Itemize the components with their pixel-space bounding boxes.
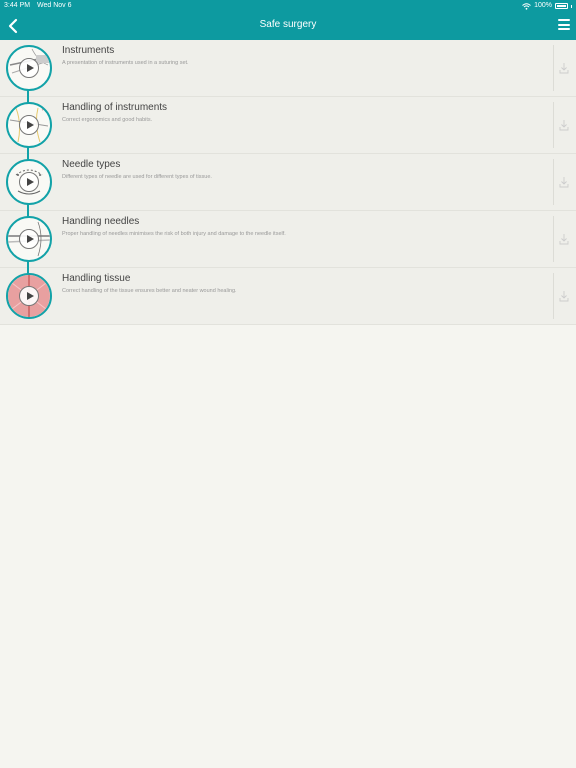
video-thumbnail[interactable] — [6, 102, 52, 148]
download-icon[interactable] — [559, 233, 569, 245]
list-item-handling-instruments[interactable]: Handling of instruments Correct ergonomi… — [0, 97, 576, 154]
app-header: 3:44 PM Wed Nov 6 100% Safe surgery — [0, 0, 576, 40]
play-icon[interactable] — [19, 286, 39, 306]
item-description: A presentation of instruments used in a … — [62, 60, 189, 66]
play-icon[interactable] — [19, 58, 39, 78]
wifi-icon — [522, 2, 531, 10]
status-bar: 3:44 PM Wed Nov 6 100% — [0, 0, 576, 12]
download-icon[interactable] — [559, 176, 569, 188]
item-description: Proper handling of needles minimises the… — [62, 231, 286, 237]
list-item-handling-needles[interactable]: Handling needles Proper handling of need… — [0, 211, 576, 268]
item-description: Different types of needle are used for d… — [62, 174, 212, 180]
page-title: Safe surgery — [259, 19, 317, 30]
list-item-needle-types[interactable]: Needle types Different types of needle a… — [0, 154, 576, 211]
list-item-handling-tissue[interactable]: Handling tissue Correct handling of the … — [0, 268, 576, 325]
list-item-instruments[interactable]: Instruments A presentation of instrument… — [0, 40, 576, 97]
item-description: Correct ergonomics and good habits. — [62, 117, 153, 123]
battery-nub — [571, 4, 572, 8]
status-date: Wed Nov 6 — [37, 2, 72, 9]
item-title: Instruments — [62, 45, 115, 56]
item-title: Handling of instruments — [62, 102, 168, 113]
row-divider — [553, 216, 554, 262]
play-icon[interactable] — [19, 172, 39, 192]
row-divider — [553, 102, 554, 148]
row-divider — [553, 273, 554, 319]
nav-bar: Safe surgery — [0, 12, 576, 40]
item-title: Handling needles — [62, 216, 140, 227]
item-title: Needle types — [62, 159, 121, 170]
item-description: Correct handling of the tissue ensures b… — [62, 288, 237, 294]
video-thumbnail[interactable] — [6, 159, 52, 205]
download-icon[interactable] — [559, 62, 569, 74]
download-icon[interactable] — [559, 290, 569, 302]
status-time: 3:44 PM — [4, 2, 31, 9]
download-icon[interactable] — [559, 119, 569, 131]
row-divider — [553, 159, 554, 205]
battery-percent: 100% — [534, 2, 552, 9]
play-icon[interactable] — [19, 229, 39, 249]
hamburger-menu-icon[interactable] — [558, 19, 570, 31]
row-divider — [553, 45, 554, 91]
video-thumbnail[interactable] — [6, 273, 52, 319]
play-icon[interactable] — [19, 115, 39, 135]
item-title: Handling tissue — [62, 273, 131, 284]
video-thumbnail[interactable] — [6, 216, 52, 262]
video-thumbnail[interactable] — [6, 45, 52, 91]
battery-icon — [555, 3, 568, 9]
lesson-list: Instruments A presentation of instrument… — [0, 40, 576, 325]
